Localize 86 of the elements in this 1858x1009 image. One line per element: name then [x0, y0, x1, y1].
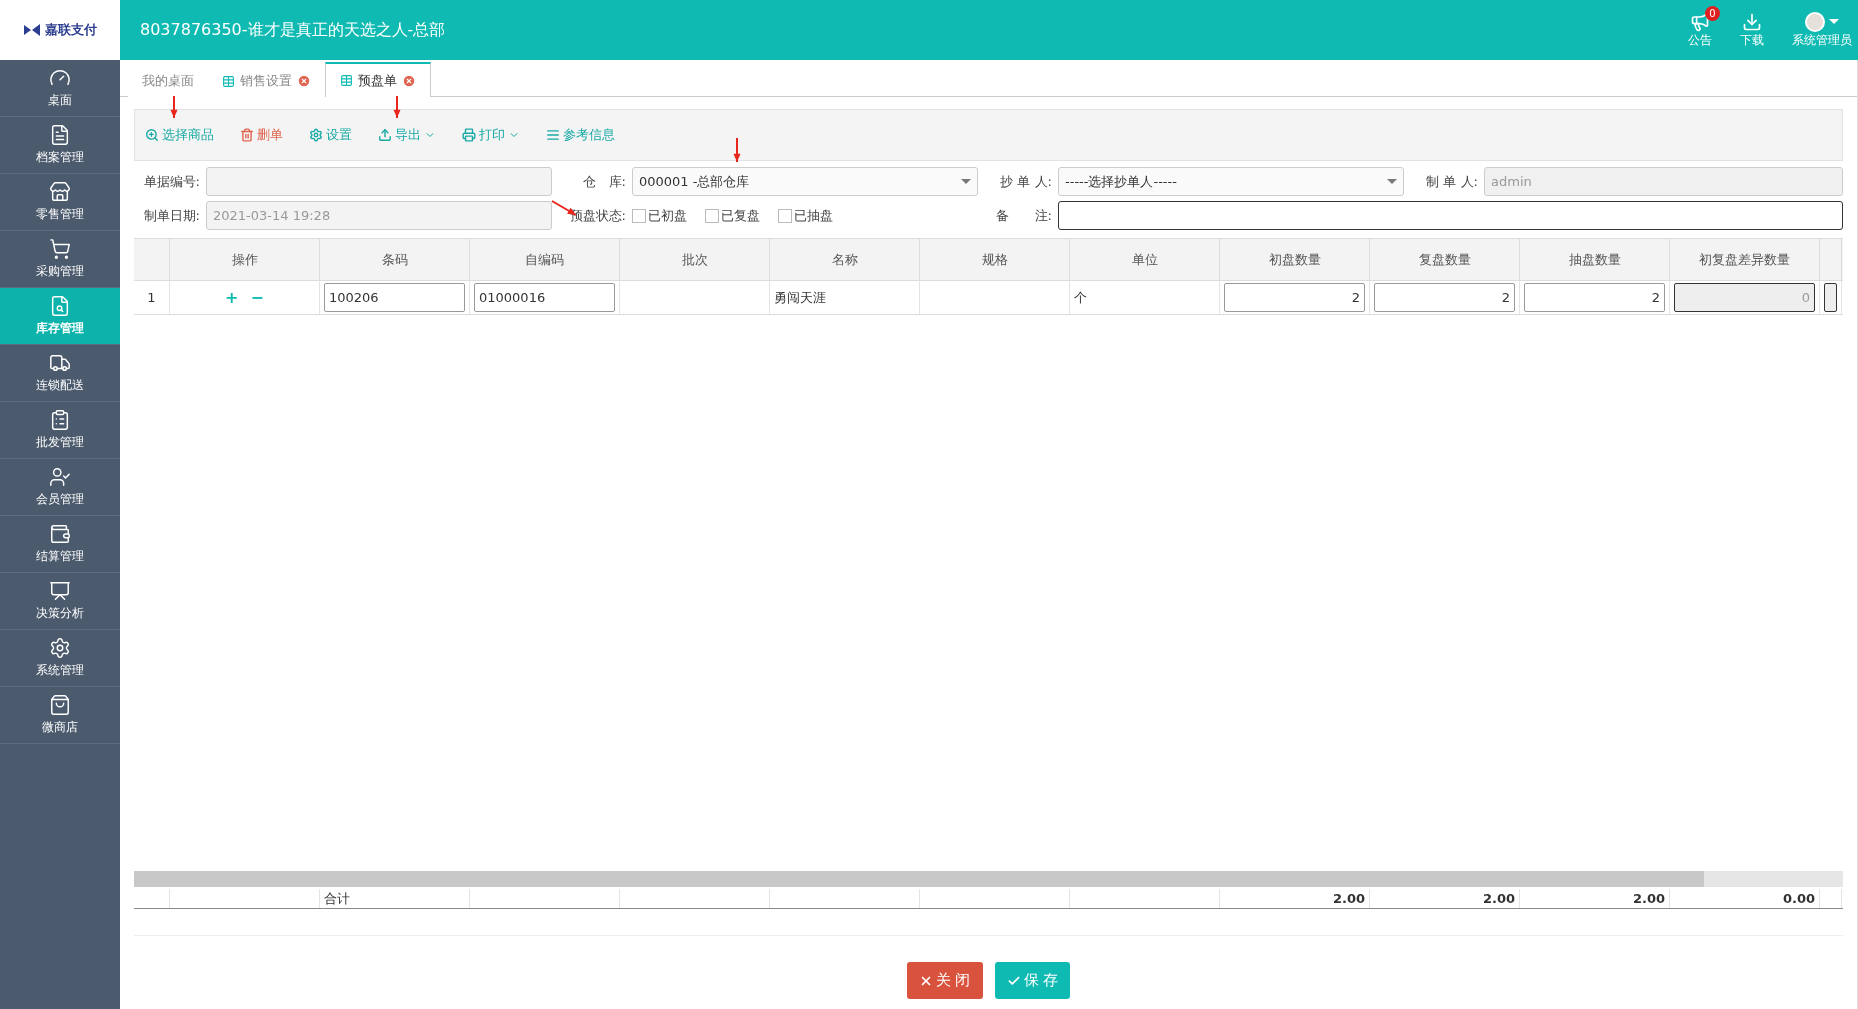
close-tab-icon[interactable]	[402, 73, 416, 88]
input-field[interactable]: 01000016	[474, 283, 615, 312]
notification-badge: 0	[1705, 5, 1720, 21]
truck-icon	[49, 352, 71, 374]
checkbox[interactable]	[632, 208, 646, 223]
column-header: 条码	[320, 239, 470, 280]
upload-icon	[378, 128, 392, 142]
checkbox[interactable]	[705, 208, 719, 223]
input-field: 0	[1674, 283, 1815, 312]
document-icon	[49, 124, 71, 146]
field-label: 抄 单 人:	[999, 172, 1053, 191]
table-icon	[340, 74, 353, 87]
caret-icon	[1829, 19, 1839, 24]
total-cell: 2.00	[1370, 889, 1520, 908]
cart-icon	[49, 238, 71, 260]
document-search-icon	[49, 295, 71, 317]
input-field[interactable]: 100206	[324, 283, 465, 312]
total-cell: 2.00	[1220, 889, 1370, 908]
column-header: 抽盘数量	[1520, 239, 1670, 280]
column-header: 操作	[170, 239, 320, 280]
field-label: 仓 库:	[581, 172, 627, 191]
input-field[interactable]: 2	[1224, 283, 1365, 312]
avatar	[1805, 11, 1825, 32]
input-field[interactable]	[206, 167, 552, 196]
column-header: 初盘数量	[1220, 239, 1370, 280]
sidebar-item[interactable]: 连锁配送	[0, 345, 120, 402]
sidebar-item[interactable]: 批发管理	[0, 402, 120, 459]
table-icon	[222, 74, 235, 88]
column-header: 单位	[1070, 239, 1220, 280]
status-checkbox[interactable]: 已抽盘	[778, 206, 833, 225]
column-header: 规格	[920, 239, 1070, 280]
tab[interactable]: 预盘单	[325, 62, 431, 97]
status-checkbox[interactable]: 已复盘	[705, 206, 760, 225]
presentation-chart-icon	[49, 580, 71, 602]
table-cell: 勇闯天涯	[770, 281, 920, 314]
field-label: 单据编号:	[142, 172, 201, 191]
checkbox[interactable]	[778, 208, 792, 223]
total-label: 合计	[320, 889, 470, 908]
copier-select[interactable]: -----选择抄单人-----	[1058, 167, 1404, 196]
table-cell: 个	[1070, 281, 1220, 314]
sidebar-item[interactable]: 系统管理	[0, 630, 120, 687]
logo-icon	[23, 23, 41, 37]
total-cell: 2.00	[1520, 889, 1670, 908]
field-label: 备 注:	[994, 206, 1053, 225]
wallet-icon	[49, 523, 71, 545]
logo: 嘉联支付	[0, 0, 120, 60]
input-field[interactable]: 2	[1374, 283, 1515, 312]
column-header: 名称	[770, 239, 920, 280]
bag-icon	[49, 694, 71, 716]
input-field	[1824, 283, 1837, 312]
settings-icon	[49, 637, 71, 659]
clipboard-icon	[49, 409, 71, 431]
store-icon	[49, 181, 71, 203]
status-checkbox[interactable]: 已初盘	[632, 206, 687, 225]
field-label: 制单日期:	[142, 206, 201, 225]
column-header: 自编码	[470, 239, 620, 280]
sidebar-item[interactable]: 微商店	[0, 687, 120, 744]
caret-icon	[961, 179, 971, 184]
remark-field[interactable]	[1058, 201, 1843, 230]
scrollbar[interactable]	[134, 871, 1704, 887]
page-title: 8037876350-谁才是真正的天选之人-总部	[140, 19, 447, 41]
warehouse-select[interactable]: 000001 -总部仓库	[632, 167, 978, 196]
total-cell: 0.00	[1670, 889, 1820, 908]
input-field: admin	[1484, 167, 1843, 196]
sidebar-item[interactable]: 零售管理	[0, 174, 120, 231]
printer-icon	[462, 128, 476, 142]
field-label: 制 单 人:	[1425, 172, 1479, 191]
sidebar-item[interactable]: 决策分析	[0, 573, 120, 630]
sidebar-item[interactable]: 结算管理	[0, 516, 120, 573]
column-header: 初复盘差异数量	[1670, 239, 1820, 280]
user-icon	[49, 466, 71, 488]
zoom-in-icon	[145, 128, 159, 142]
row-number: 1	[134, 281, 170, 314]
column-header: 批次	[620, 239, 770, 280]
input-field[interactable]: 2	[1524, 283, 1665, 312]
list-icon	[546, 128, 560, 142]
close-tab-icon[interactable]	[297, 74, 311, 88]
close-button[interactable]: 关 闭	[906, 962, 983, 999]
sidebar-item[interactable]: 会员管理	[0, 459, 120, 516]
column-header: 复盘数量	[1370, 239, 1520, 280]
input-field: 2021-03-14 19:28	[206, 201, 552, 230]
caret-icon	[1387, 179, 1397, 184]
download-icon	[1742, 11, 1762, 32]
settings-icon	[309, 128, 323, 142]
trash-icon	[240, 128, 254, 142]
sidebar-item[interactable]: 档案管理	[0, 117, 120, 174]
